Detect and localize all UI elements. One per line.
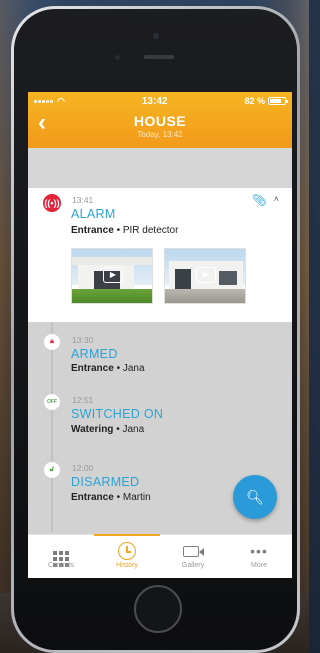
chevron-up-icon[interactable]: ˄ — [274, 194, 279, 204]
event-separator: • — [113, 225, 123, 236]
page-subtitle: Today, 13:42 — [137, 130, 183, 139]
event-title[interactable]: SWITCHED ON — [71, 407, 163, 421]
earpiece-speaker — [144, 55, 174, 59]
app-screen: ◠ 13:42 82 % ‹ HOUSE Today, 13:42 ((•)) … — [28, 92, 292, 578]
more-icon: ••• — [250, 543, 268, 559]
event-separator: • — [113, 363, 123, 374]
search-fab-button[interactable]: 🔍︎ — [233, 475, 277, 519]
event-source: PIR detector — [122, 225, 179, 236]
alarm-siren-icon: ((•)) — [43, 194, 61, 212]
event-location: Entrance — [71, 492, 114, 503]
event-time: 12:51 — [72, 395, 94, 405]
battery-percent: 82 % — [244, 96, 265, 106]
event-location: Entrance — [71, 363, 114, 374]
event-time: 13:41 — [72, 195, 94, 205]
signal-strength-icon — [34, 99, 53, 103]
event-time: 13:30 — [72, 335, 94, 345]
event-separator: • — [113, 492, 123, 503]
event-location: Entrance — [71, 225, 114, 236]
event-source: Martin — [122, 492, 151, 503]
event-title[interactable]: DISARMED — [71, 475, 139, 489]
event-source: Jana — [122, 363, 145, 374]
signal-group: ◠ — [34, 96, 65, 107]
list-spacer — [28, 148, 292, 188]
page-title: HOUSE — [133, 113, 187, 129]
event-detail: Watering • Jana — [71, 424, 144, 435]
event-title[interactable]: ARMED — [71, 347, 118, 361]
search-icon: 🔍︎ — [246, 489, 264, 505]
tab-controls[interactable]: Controls — [28, 535, 94, 578]
tab-label: More — [251, 562, 267, 569]
tab-bar: Controls History Gallery ••• More — [28, 534, 292, 578]
video-camera-icon — [182, 546, 204, 557]
event-detail: Entrance • Martin — [71, 492, 151, 503]
tab-gallery[interactable]: Gallery — [160, 535, 226, 578]
app-header: ◠ 13:42 82 % ‹ HOUSE Today, 13:42 — [28, 92, 292, 148]
event-detail: Entrance • Jana — [71, 363, 145, 374]
home-button[interactable] — [134, 585, 182, 633]
clock-icon — [118, 542, 136, 560]
lock-icon: 🔒︎ — [44, 334, 60, 350]
wifi-icon: ◠ — [57, 95, 65, 106]
tab-label: Gallery — [181, 562, 205, 569]
proximity-sensor — [115, 55, 120, 60]
status-bar: ◠ 13:42 82 % — [28, 92, 292, 110]
battery-group: 82 % — [244, 96, 288, 106]
event-source: Jana — [122, 424, 145, 435]
battery-icon — [267, 97, 288, 105]
status-time: 13:42 — [141, 95, 168, 107]
unlock-icon: 🔓︎ — [44, 462, 60, 478]
tab-more[interactable]: ••• More — [226, 535, 292, 578]
camera-snapshot-1[interactable]: ▶ — [71, 248, 153, 304]
camera-snapshot-2[interactable]: ▶ — [164, 248, 246, 304]
play-icon: ▶ — [103, 267, 123, 283]
tab-label: Controls — [47, 562, 75, 569]
event-location: Watering — [71, 424, 114, 435]
timeline-line — [51, 322, 53, 532]
paperclip-icon[interactable]: 📎︎ — [252, 193, 267, 207]
alarm-event-card[interactable]: ((•)) 13:41 ALARM Entrance • PIR detecto… — [28, 188, 292, 322]
event-title: ALARM — [71, 207, 116, 221]
off-badge-icon: OFF — [44, 394, 60, 410]
event-detail: Entrance • PIR detector — [71, 225, 178, 236]
tab-label: History — [116, 562, 138, 569]
event-time: 12:00 — [72, 463, 94, 473]
tab-history[interactable]: History — [94, 534, 160, 578]
play-icon: ▶ — [196, 267, 216, 283]
front-camera — [153, 33, 159, 39]
